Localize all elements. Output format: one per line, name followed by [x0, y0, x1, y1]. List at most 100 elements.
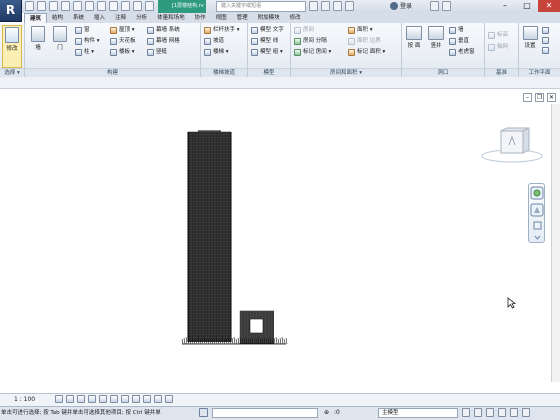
ribbon-tab[interactable]: 附加模块: [253, 13, 285, 23]
window-maximize-button[interactable]: □: [516, 0, 538, 12]
ceiling-button[interactable]: 天花板: [110, 37, 136, 46]
filter-selection-icon[interactable]: [522, 408, 530, 417]
save-icon[interactable]: [37, 1, 46, 11]
analytical-model-icon[interactable]: [165, 395, 173, 403]
view-minimize-button[interactable]: –: [523, 93, 532, 102]
curtain-system-button[interactable]: 幕墙 系统: [147, 26, 180, 35]
workset-icon[interactable]: ⊕: [324, 409, 329, 416]
detail-level-icon[interactable]: [55, 395, 63, 403]
ribbon-tab[interactable]: 体量和场地: [152, 13, 190, 23]
component-button[interactable]: 构件 ▾: [75, 37, 100, 46]
undo-icon[interactable]: [61, 1, 70, 11]
roof-button[interactable]: 屋顶 ▾: [110, 26, 135, 35]
model-line-button[interactable]: 模型 线: [251, 37, 278, 46]
thin-lines-icon[interactable]: [145, 1, 154, 11]
ribbon-tab[interactable]: 插入: [89, 13, 110, 23]
reveal-hidden-icon[interactable]: [154, 395, 162, 403]
application-menu-button[interactable]: R: [0, 0, 22, 22]
ref-plane-icon[interactable]: [542, 37, 549, 44]
railing-button[interactable]: 栏杆扶手 ▾: [204, 26, 240, 35]
panel-title-select[interactable]: 选择 ▾: [0, 68, 24, 77]
subscription-icon[interactable]: [321, 1, 330, 11]
panel-title-room-area[interactable]: 房间和面积 ▾: [291, 68, 401, 77]
navbar-chevron-down-icon[interactable]: [534, 235, 541, 240]
measure-icon[interactable]: [97, 1, 106, 11]
viewcube[interactable]: [479, 127, 545, 165]
shadows-icon[interactable]: [88, 395, 96, 403]
grid-button[interactable]: 轴网: [488, 43, 508, 52]
mullion-button[interactable]: 竖梃: [147, 48, 167, 57]
ribbon-tab[interactable]: 修改: [285, 13, 306, 23]
model-text-button[interactable]: 模型 文字: [251, 26, 284, 35]
window-close-button[interactable]: ✕: [538, 0, 560, 12]
temporary-hide-icon[interactable]: [143, 395, 151, 403]
status-design-option-field[interactable]: [212, 408, 318, 418]
viewer-icon[interactable]: [542, 47, 549, 54]
select-links-icon[interactable]: [462, 408, 470, 417]
crop-view-icon[interactable]: [110, 395, 118, 403]
ribbon-tab[interactable]: 系统: [68, 13, 89, 23]
show-work-plane-icon[interactable]: [542, 27, 549, 34]
exchange-icon[interactable]: [430, 1, 439, 11]
room-separator-button[interactable]: 房间 分隔: [294, 37, 327, 46]
tag-room-button[interactable]: 标记 房间 ▾: [294, 48, 331, 57]
view-close-button[interactable]: ✕: [547, 93, 556, 102]
favorites-icon[interactable]: [345, 1, 354, 11]
ribbon-tab[interactable]: 注释: [110, 13, 131, 23]
show-crop-icon[interactable]: [121, 395, 129, 403]
select-by-face-icon[interactable]: [498, 408, 506, 417]
lock-view-icon[interactable]: [132, 395, 140, 403]
window-minimize-button[interactable]: –: [494, 0, 516, 12]
view-scale[interactable]: 1 : 100: [14, 393, 35, 406]
wall-button[interactable]: 墙: [28, 25, 48, 51]
text-icon[interactable]: [109, 1, 118, 11]
binoculars-icon[interactable]: [309, 1, 318, 11]
modify-button[interactable]: 修改: [2, 25, 22, 68]
vertical-scrollbar[interactable]: [551, 104, 560, 382]
area-boundary-button[interactable]: 面积 边界: [348, 37, 381, 46]
3d-view-icon[interactable]: [121, 1, 130, 11]
curtain-grid-button[interactable]: 幕墙 网格: [147, 37, 180, 46]
ribbon-tab[interactable]: 建筑: [24, 13, 48, 23]
redo-icon[interactable]: [73, 1, 82, 11]
select-pinned-icon[interactable]: [486, 408, 494, 417]
area-button[interactable]: 面积 ▾: [348, 26, 373, 35]
level-button[interactable]: 标高: [488, 31, 508, 40]
shaft-button[interactable]: 竖井: [426, 25, 446, 49]
filter-icon[interactable]: [199, 408, 208, 417]
wall-opening-button[interactable]: 墙: [449, 26, 464, 35]
sun-path-icon[interactable]: [77, 395, 85, 403]
ribbon-tab[interactable]: 视图: [211, 13, 232, 23]
ribbon-tab[interactable]: 管理: [232, 13, 253, 23]
open-icon[interactable]: [25, 1, 34, 11]
3d-view-canvas[interactable]: [0, 89, 560, 392]
stair-button[interactable]: 楼梯 ▾: [204, 48, 229, 57]
pan-icon[interactable]: [533, 221, 542, 230]
search-input[interactable]: 键入关键字或短语: [216, 1, 306, 12]
column-button[interactable]: 柱 ▾: [75, 48, 94, 57]
vertical-opening-button[interactable]: 垂直: [449, 37, 469, 46]
drag-elements-icon[interactable]: [510, 408, 518, 417]
help-icon[interactable]: [442, 1, 451, 11]
room-button[interactable]: 房间: [294, 26, 314, 35]
model-selector[interactable]: 主模型: [378, 408, 458, 418]
door-button[interactable]: 门: [50, 25, 70, 51]
by-face-button[interactable]: 按 面: [404, 25, 424, 49]
sync-icon[interactable]: [49, 1, 58, 11]
visual-style-icon[interactable]: [66, 395, 74, 403]
print-icon[interactable]: [85, 1, 94, 11]
model-group-button[interactable]: 模型 组 ▾: [251, 48, 283, 57]
tag-area-button[interactable]: 标记 面积 ▾: [348, 48, 385, 57]
rendering-icon[interactable]: [99, 395, 107, 403]
set-work-plane-button[interactable]: 设置: [520, 25, 540, 49]
window-button[interactable]: 窗: [75, 26, 90, 35]
floor-button[interactable]: 楼板 ▾: [110, 48, 135, 57]
select-underlay-icon[interactable]: [474, 408, 482, 417]
ribbon-tab[interactable]: 协作: [190, 13, 211, 23]
section-icon[interactable]: [133, 1, 142, 11]
dormer-button[interactable]: 老虎窗: [449, 48, 475, 57]
communication-icon[interactable]: [333, 1, 342, 11]
ribbon-tab[interactable]: 分析: [131, 13, 152, 23]
ribbon-tab[interactable]: 结构: [47, 13, 68, 23]
ramp-button[interactable]: 坡道: [204, 37, 224, 46]
